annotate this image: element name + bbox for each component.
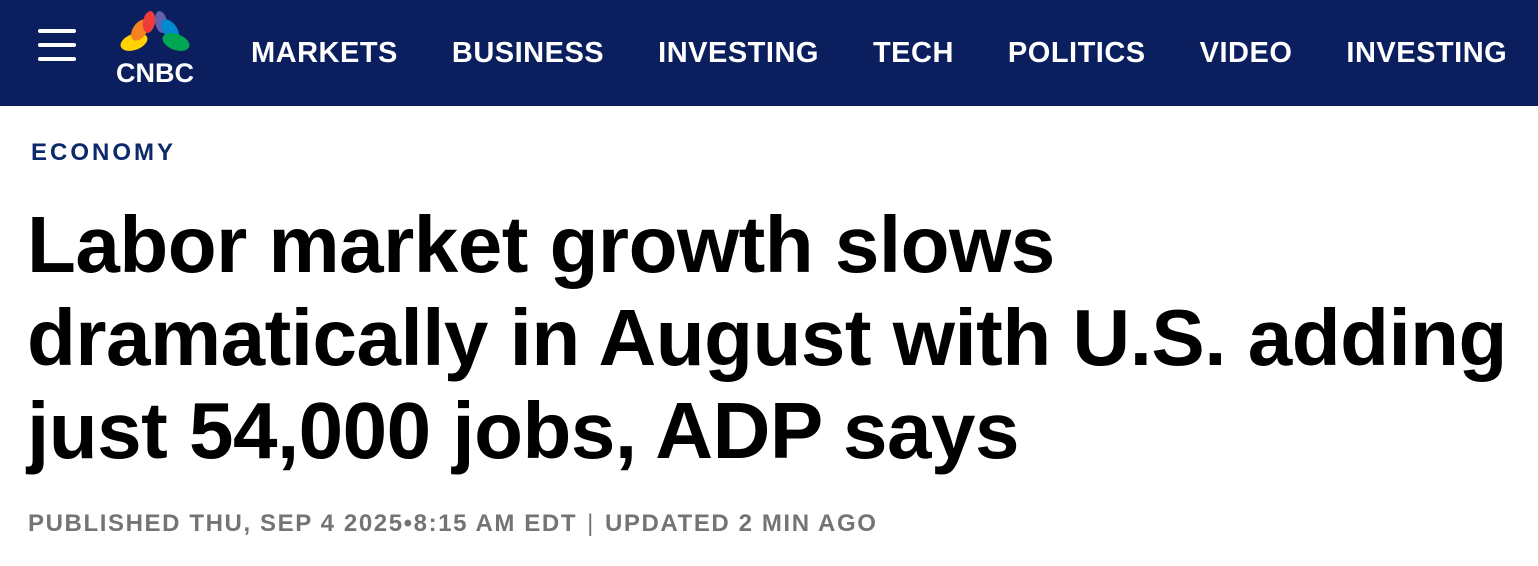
hamburger-line	[38, 43, 76, 47]
meta-separator: |	[587, 510, 595, 537]
nav-item-markets[interactable]: MARKETS	[251, 37, 398, 70]
nav-item-business[interactable]: BUSINESS	[452, 37, 604, 70]
published-time: PUBLISHED THU, SEP 4 2025•8:15 AM EDT	[28, 510, 578, 537]
peacock-icon	[120, 11, 190, 51]
updated-time: UPDATED 2 MIN AGO	[604, 510, 878, 537]
article-timestamp: PUBLISHED THU, SEP 4 2025•8:15 AM EDT | UP…	[28, 510, 877, 538]
section-kicker-link[interactable]: ECONOMY	[31, 139, 176, 167]
nav-item-investing-club[interactable]: INVESTING	[1346, 37, 1507, 70]
hamburger-line	[38, 29, 76, 33]
hamburger-line	[38, 57, 76, 61]
nav-item-politics[interactable]: POLITICS	[1008, 37, 1146, 70]
top-navigation-bar: CNBC MARKETS BUSINESS INVESTING TECH POL…	[0, 0, 1538, 106]
article-headline: Labor market growth slows dramatically i…	[27, 200, 1507, 475]
nav-item-investing[interactable]: INVESTING	[658, 37, 819, 70]
hamburger-menu-icon[interactable]	[38, 29, 76, 61]
main-nav: MARKETS BUSINESS INVESTING TECH POLITICS…	[251, 0, 1538, 106]
nav-item-video[interactable]: VIDEO	[1200, 37, 1293, 70]
cnbc-logo[interactable]: CNBC	[108, 8, 202, 88]
nav-item-tech[interactable]: TECH	[873, 37, 954, 70]
logo-wordmark: CNBC	[116, 58, 194, 88]
